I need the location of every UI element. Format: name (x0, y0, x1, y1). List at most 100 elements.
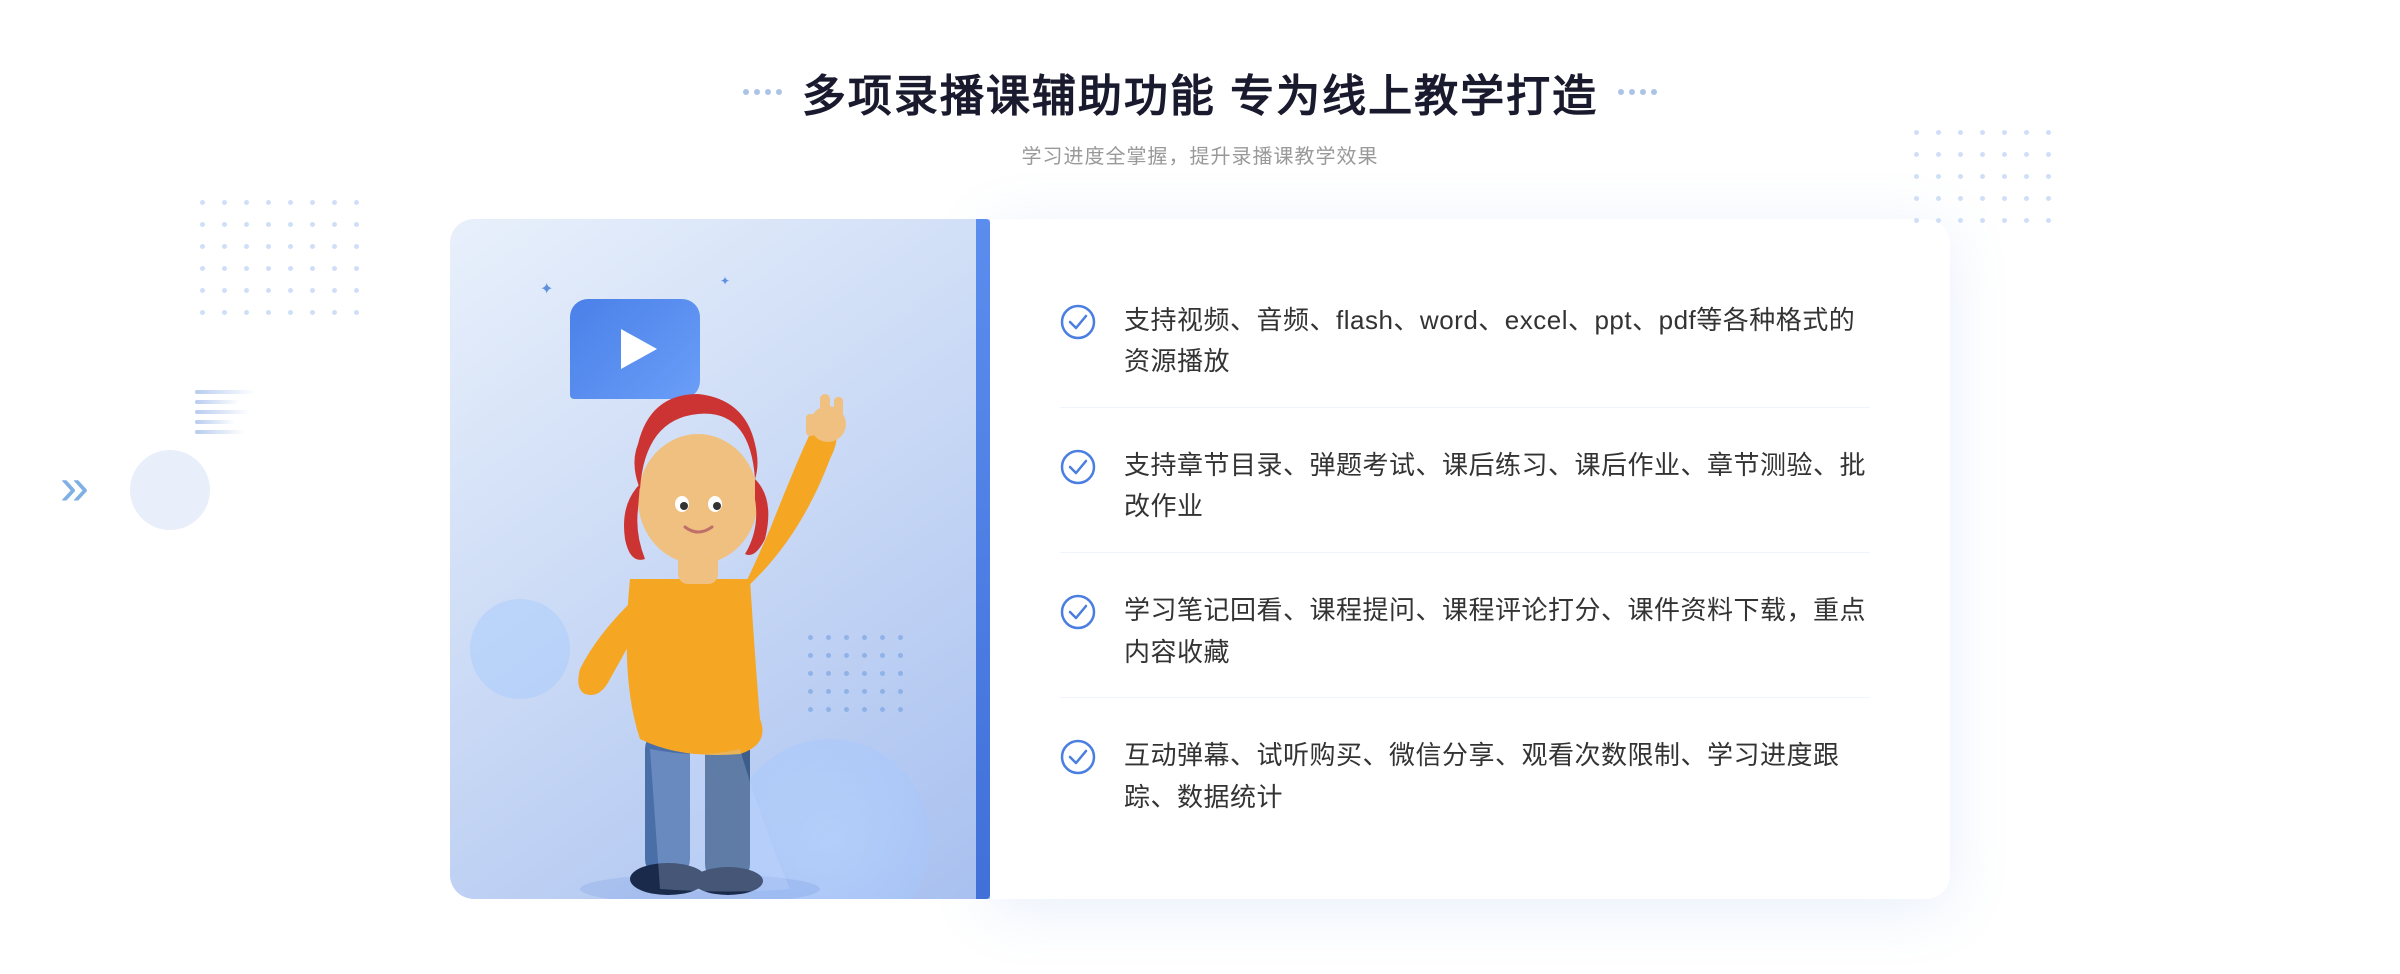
title-row: 多项录播课辅助功能 专为线上教学打造 (743, 60, 1657, 124)
deco-dot (776, 89, 782, 95)
check-icon-2 (1060, 449, 1096, 485)
bg-dot (288, 222, 293, 227)
deco-lines-left (195, 390, 255, 434)
bg-dot (288, 200, 293, 205)
bg-dot (1914, 218, 1919, 223)
bg-dot (2046, 174, 2051, 179)
bg-dot (1936, 130, 1941, 135)
bg-dot (222, 200, 227, 205)
bg-dot (266, 288, 271, 293)
bg-dot (2024, 152, 2029, 157)
chevron-left-icon: » (60, 457, 79, 517)
dot-grid (200, 200, 368, 324)
bg-dot (2046, 196, 2051, 201)
feature-text-2: 支持章节目录、弹题考试、课后练习、课后作业、章节测验、批改作业 (1124, 445, 1870, 528)
bg-dot (310, 266, 315, 271)
content-area: ✦ ✦ (450, 219, 1950, 899)
bg-dot (2002, 218, 2007, 223)
bg-dot (1980, 196, 1985, 201)
bg-dot (332, 244, 337, 249)
bg-dot (332, 222, 337, 227)
bg-dot (310, 310, 315, 315)
bg-dot (266, 200, 271, 205)
bg-dot-pattern-right (1914, 130, 2060, 232)
bg-dot (244, 222, 249, 227)
bg-dot (222, 310, 227, 315)
bg-dot (2002, 130, 2007, 135)
bg-dot (354, 244, 359, 249)
check-icon-4 (1060, 739, 1096, 775)
bg-dot (288, 310, 293, 315)
feature-text-1: 支持视频、音频、flash、word、excel、ppt、pdf等各种格式的资源… (1124, 300, 1870, 383)
deco-line (195, 430, 245, 434)
bg-dot (2024, 196, 2029, 201)
bg-dot (288, 244, 293, 249)
bg-dot (1936, 152, 1941, 157)
bg-dot (332, 310, 337, 315)
features-panel: 支持视频、音频、flash、word、excel、ppt、pdf等各种格式的资源… (990, 219, 1950, 899)
title-decorator-right (1618, 89, 1657, 95)
bg-dot (222, 288, 227, 293)
bg-dot (1914, 196, 1919, 201)
check-icon-3 (1060, 594, 1096, 630)
bg-dot (332, 288, 337, 293)
deco-dot (765, 89, 771, 95)
deco-dot (1640, 89, 1646, 95)
page-wrapper: 多项录播课辅助功能 专为线上教学打造 学习进度全掌握，提升录播课教学效果 » ✦… (0, 0, 2400, 974)
bg-dot (1914, 152, 1919, 157)
main-title: 多项录播课辅助功能 专为线上教学打造 (802, 60, 1598, 124)
bg-dot (200, 310, 205, 315)
bg-dot (310, 288, 315, 293)
bg-dot (244, 200, 249, 205)
bg-dot (1936, 174, 1941, 179)
subtitle: 学习进度全掌握，提升录播课教学效果 (743, 140, 1657, 169)
deco-dot (1651, 89, 1657, 95)
bg-dot (244, 310, 249, 315)
deco-line (195, 410, 250, 414)
person-illustration (490, 299, 910, 899)
deco-dot (1618, 89, 1624, 95)
deco-line (195, 400, 240, 404)
bg-dot (2024, 130, 2029, 135)
bg-dot (1980, 218, 1985, 223)
bg-dot (288, 288, 293, 293)
bg-dot (244, 288, 249, 293)
bg-dot (1958, 196, 1963, 201)
check-icon-1 (1060, 304, 1096, 340)
bg-dot (222, 266, 227, 271)
bg-dot (266, 310, 271, 315)
outer-deco-circle (130, 450, 210, 530)
illustration-panel: ✦ ✦ (450, 219, 990, 899)
bg-dot (244, 244, 249, 249)
bg-dot (1980, 174, 1985, 179)
bg-dot (1958, 152, 1963, 157)
feature-item-4: 互动弹幕、试听购买、微信分享、观看次数限制、学习进度跟踪、数据统计 (1060, 711, 1870, 842)
deco-line (195, 390, 255, 394)
deco-line (195, 420, 235, 424)
bg-dot (354, 266, 359, 271)
deco-dot (754, 89, 760, 95)
deco-dot (743, 89, 749, 95)
feature-text-4: 互动弹幕、试听购买、微信分享、观看次数限制、学习进度跟踪、数据统计 (1124, 735, 1870, 818)
bg-dot (2002, 196, 2007, 201)
bg-dot (332, 200, 337, 205)
bg-dot (354, 310, 359, 315)
bg-dot (354, 200, 359, 205)
bg-dot (288, 266, 293, 271)
bg-dot (244, 266, 249, 271)
bg-dot (2024, 174, 2029, 179)
blue-accent-bar (976, 219, 990, 899)
bg-dot (1914, 130, 1919, 135)
bg-dot-pattern-left (200, 200, 368, 324)
line-stack (195, 390, 255, 434)
bg-dot (266, 266, 271, 271)
bg-dot (200, 266, 205, 271)
bg-dot (310, 200, 315, 205)
bg-dot (200, 288, 205, 293)
bg-dot (2002, 152, 2007, 157)
bg-dot (2046, 152, 2051, 157)
bg-dot (1980, 130, 1985, 135)
bg-dot (200, 222, 205, 227)
bg-dot (2046, 218, 2051, 223)
dot-grid-right (1914, 130, 2060, 232)
